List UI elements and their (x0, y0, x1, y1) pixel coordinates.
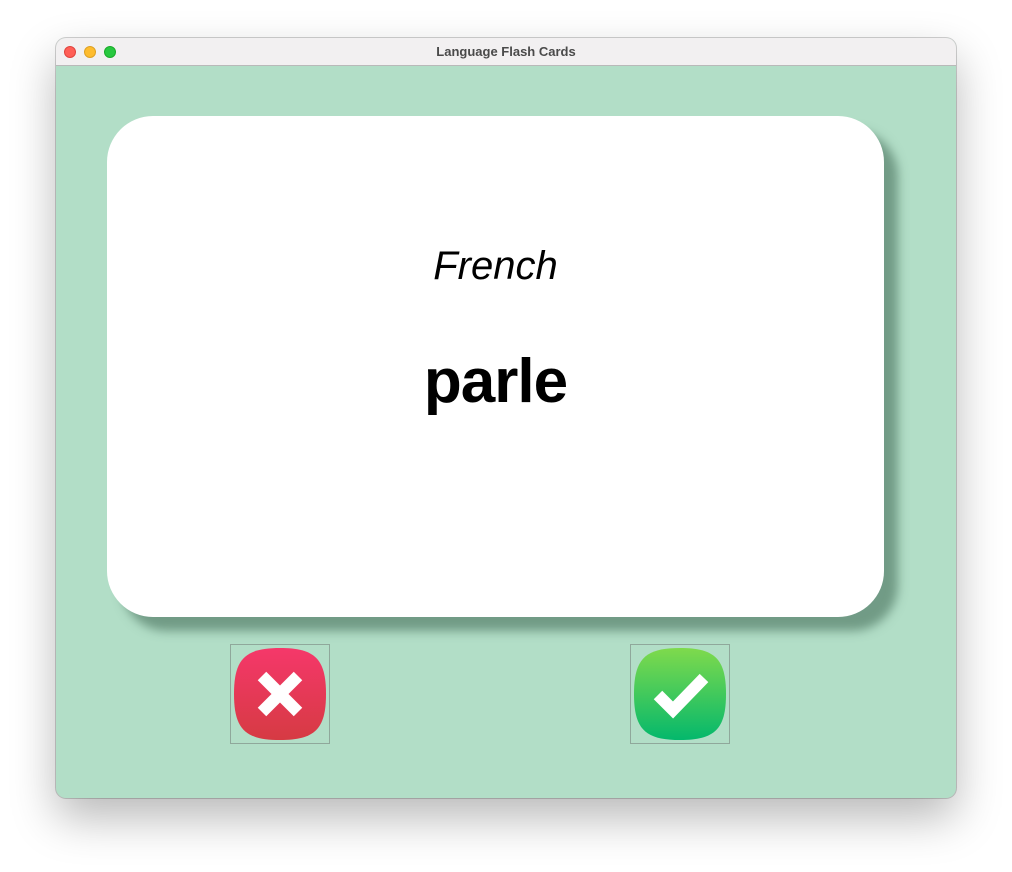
checkmark-icon (634, 648, 726, 740)
correct-answer-button[interactable] (630, 644, 730, 744)
window-title: Language Flash Cards (436, 44, 576, 59)
x-mark-icon (234, 648, 326, 740)
app-window: Language Flash Cards French parle (56, 38, 956, 798)
wrong-answer-button[interactable] (230, 644, 330, 744)
title-bar: Language Flash Cards (56, 38, 956, 66)
card-word: parle (423, 347, 568, 416)
flash-card[interactable]: French parle (107, 116, 884, 617)
card-language-label: French (433, 244, 558, 288)
